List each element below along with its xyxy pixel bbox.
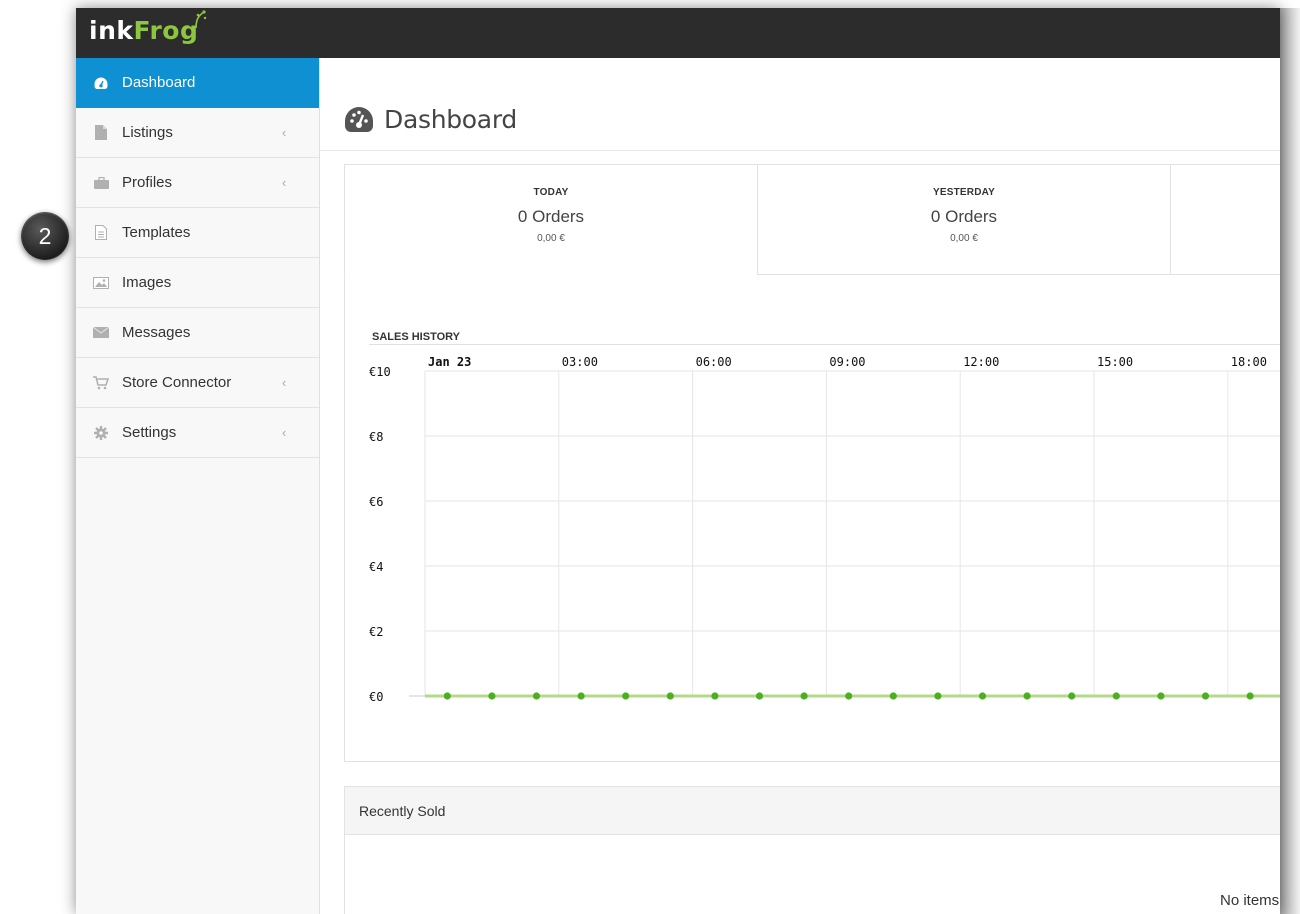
sidebar-item-label: Templates — [122, 224, 191, 241]
stat-tab-today[interactable]: TODAY 0 Orders 0,00 € — [344, 164, 758, 275]
x-tick-label: 18:00 — [1231, 355, 1267, 369]
x-tick-label: Jan 23 — [428, 355, 471, 369]
data-point[interactable] — [488, 692, 496, 700]
sales-history-title: SALES HISTORY — [372, 331, 461, 343]
y-tick-label: €2 — [369, 625, 383, 639]
data-point[interactable] — [1023, 692, 1031, 700]
chevron-left-icon: ‹ — [282, 425, 287, 440]
recently-sold-header: Recently Sold — [345, 787, 1280, 835]
stat-amount: 0,00 € — [537, 233, 565, 244]
page-title: Dashboard — [384, 104, 517, 134]
data-point[interactable] — [711, 692, 719, 700]
y-tick-label: €0 — [369, 690, 383, 704]
sidebar-item-store-connector[interactable]: Store Connector ‹ — [76, 358, 319, 408]
data-point[interactable] — [1112, 692, 1120, 700]
dashboard-icon — [345, 107, 373, 133]
stat-tab-yesterday[interactable]: YESTERDAY 0 Orders 0,00 € — [757, 164, 1171, 275]
y-tick-label: €6 — [369, 495, 383, 509]
envelope-icon — [93, 325, 109, 341]
sidebar-item-dashboard[interactable]: Dashboard — [76, 58, 319, 108]
step-number-badge: 2 — [21, 212, 69, 260]
main-content: Dashboard TODAY 0 Orders 0,00 € YESTERDA… — [320, 58, 1280, 914]
x-tick-label: 06:00 — [696, 355, 732, 369]
data-point[interactable] — [666, 692, 674, 700]
data-point[interactable] — [755, 692, 764, 700]
data-point[interactable] — [577, 692, 585, 700]
data-point[interactable] — [1068, 692, 1076, 700]
file-text-icon — [93, 225, 109, 241]
sidebar-item-label: Dashboard — [122, 74, 196, 91]
data-point[interactable] — [1246, 692, 1254, 700]
data-point[interactable] — [978, 692, 987, 700]
recently-sold-panel: Recently Sold No items — [344, 786, 1280, 914]
y-tick-label: €4 — [369, 560, 383, 574]
data-point[interactable] — [934, 692, 942, 700]
window-shadow — [1280, 8, 1300, 914]
sidebar-item-label: Store Connector — [122, 374, 232, 391]
chevron-left-icon: ‹ — [282, 175, 287, 190]
sidebar-item-label: Profiles — [122, 174, 173, 191]
app-window: inkFrog Dashboard Listings ‹ Profiles ‹ Templ… — [76, 8, 1280, 914]
cart-icon — [93, 375, 109, 391]
stat-label: YESTERDAY — [932, 187, 995, 198]
y-tick-label: €8 — [369, 430, 383, 444]
x-tick-label: 12:00 — [963, 355, 999, 369]
image-icon — [93, 275, 109, 291]
y-tick-label: €10 — [369, 365, 391, 379]
top-bar: inkFrog — [76, 8, 1280, 58]
sidebar: Dashboard Listings ‹ Profiles ‹ Templates Imag… — [76, 58, 320, 914]
empty-message: No items — [1220, 892, 1280, 909]
sidebar-item-images[interactable]: Images — [76, 258, 319, 308]
data-point[interactable] — [532, 692, 541, 700]
x-tick-label: 09:00 — [829, 355, 865, 369]
sidebar-item-profiles[interactable]: Profiles ‹ — [76, 158, 319, 208]
stat-orders: 0 Orders — [930, 207, 998, 226]
sidebar-item-label: Images — [122, 274, 172, 291]
dashboard-icon — [93, 75, 109, 91]
data-point[interactable] — [845, 692, 853, 700]
page-header: Dashboard — [320, 58, 1280, 151]
sidebar-item-label: Settings — [122, 424, 177, 441]
data-point[interactable] — [800, 692, 808, 700]
sidebar-item-messages[interactable]: Messages — [76, 308, 319, 358]
sidebar-item-settings[interactable]: Settings ‹ — [76, 408, 319, 458]
stats-panel: TODAY 0 Orders 0,00 € YESTERDAY 0 Orders… — [344, 164, 1280, 762]
data-point[interactable] — [889, 692, 897, 700]
stat-amount: 0,00 € — [950, 233, 978, 244]
stat-label: TODAY — [533, 187, 569, 198]
sidebar-item-templates[interactable]: Templates — [76, 208, 319, 258]
stat-tab-third[interactable] — [1170, 164, 1280, 275]
x-tick-label: 03:00 — [562, 355, 598, 369]
divider — [369, 344, 1280, 345]
sidebar-item-listings[interactable]: Listings ‹ — [76, 108, 319, 158]
data-point[interactable] — [622, 692, 630, 700]
sprout-icon — [195, 10, 207, 28]
chevron-left-icon: ‹ — [282, 125, 287, 140]
file-icon — [93, 125, 109, 141]
data-point[interactable] — [1201, 692, 1210, 700]
briefcase-icon — [93, 175, 109, 191]
x-tick-label: 15:00 — [1097, 355, 1133, 369]
data-point[interactable] — [443, 692, 451, 700]
sales-history-chart: €10 €8 €6 €4 €2 €0 Jan 23 03:00 06:00 09:00 12:00 1… — [369, 355, 1280, 704]
data-point[interactable] — [1157, 692, 1165, 700]
sidebar-item-label: Messages — [122, 324, 191, 341]
stat-orders: 0 Orders — [517, 207, 585, 226]
gear-icon — [93, 425, 109, 441]
chevron-left-icon: ‹ — [282, 375, 287, 390]
sidebar-item-label: Listings — [122, 124, 173, 141]
inkfrog-logo[interactable]: inkFrog — [89, 10, 207, 45]
